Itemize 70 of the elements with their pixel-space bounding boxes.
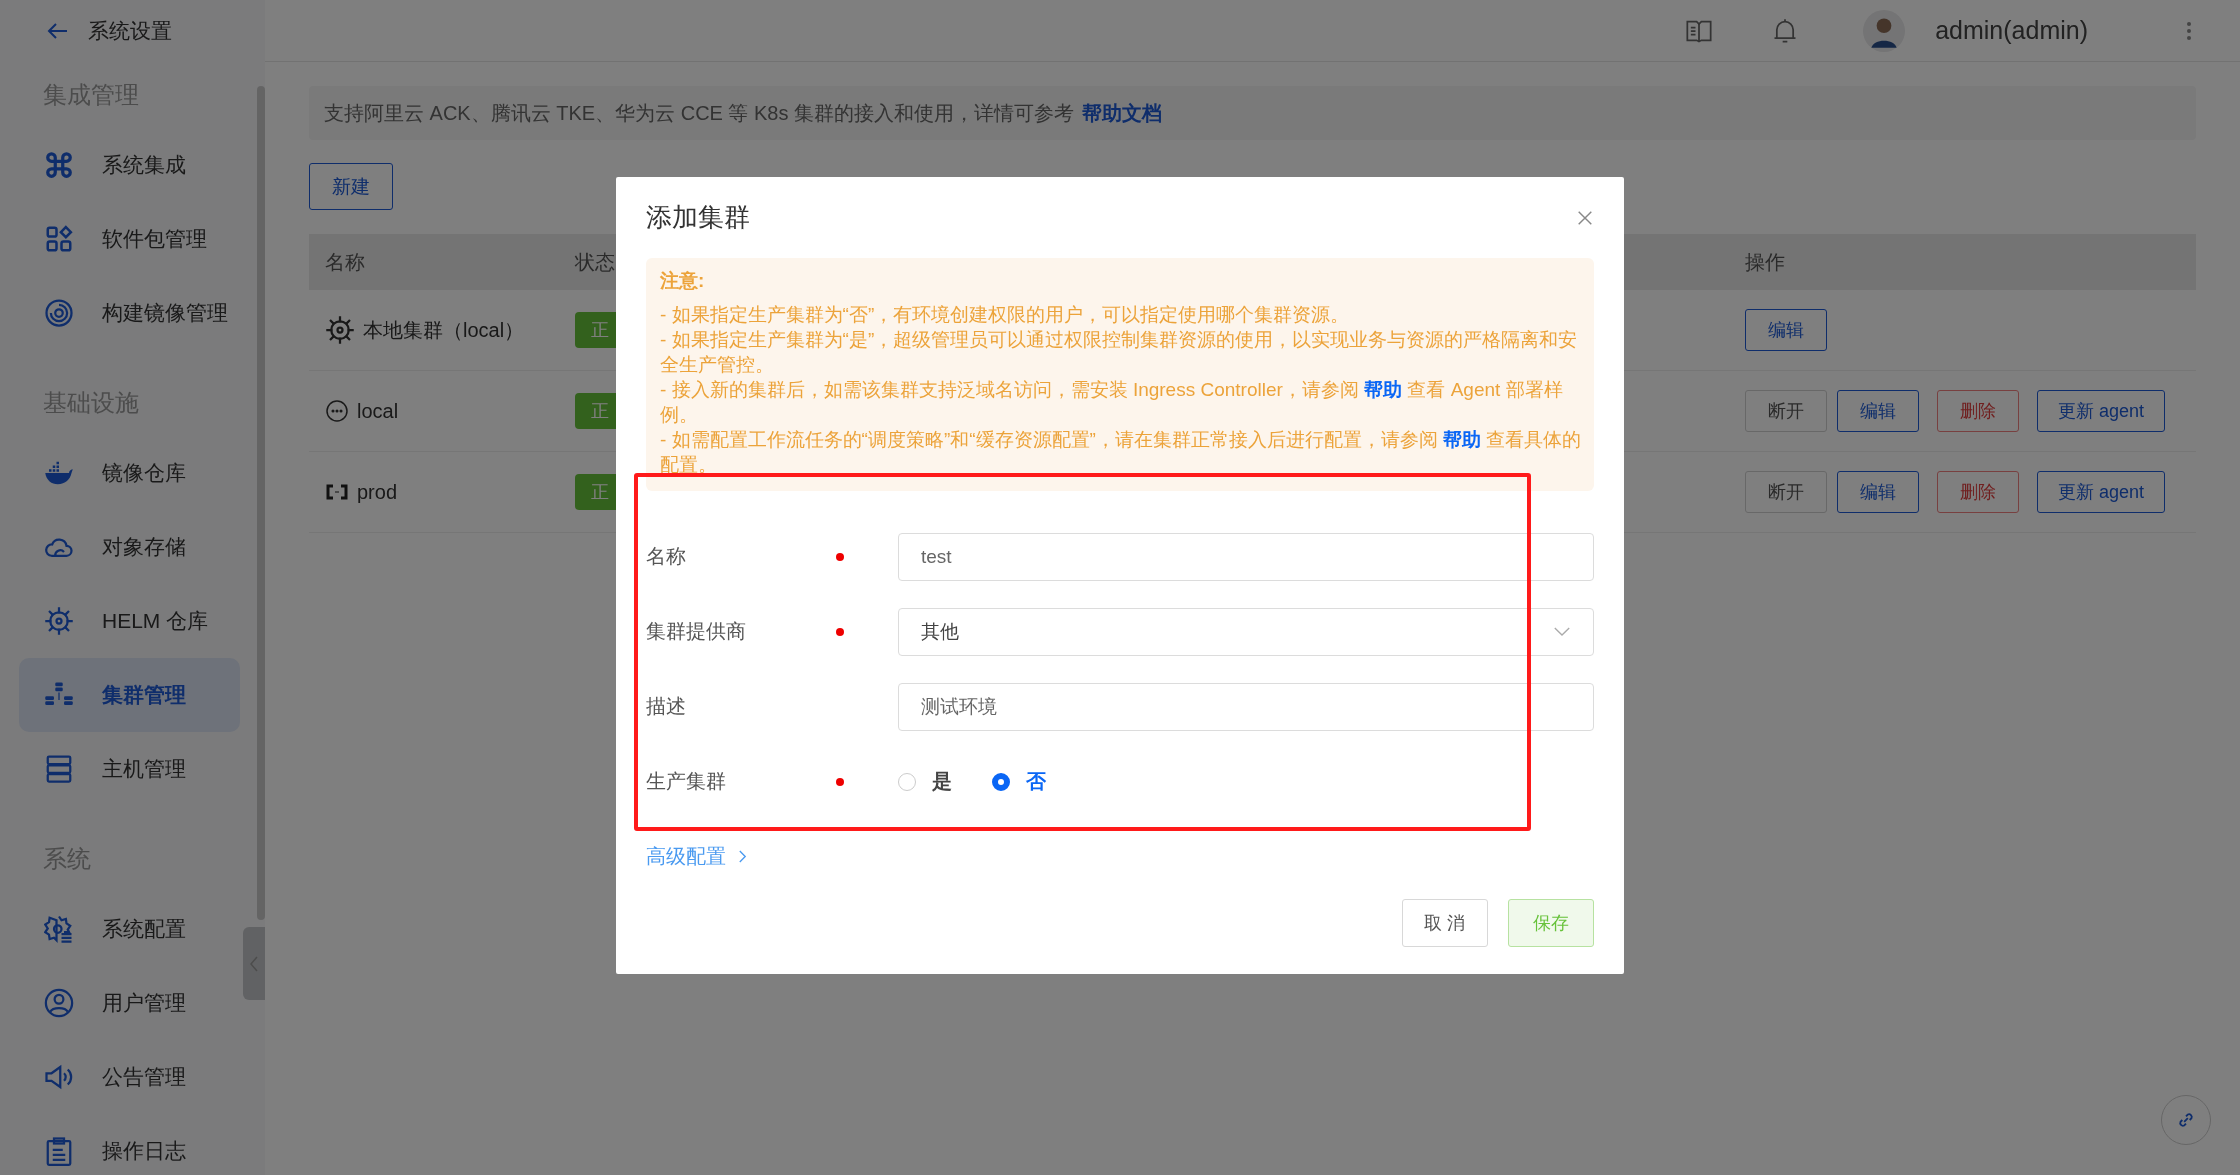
action-button[interactable]: 断开 (1745, 390, 1827, 432)
field-label: 名称 (646, 544, 687, 569)
field-label: 集群提供商 (646, 619, 747, 644)
command-icon (44, 150, 74, 180)
action-button[interactable]: 删除 (1937, 471, 2019, 513)
save-button[interactable]: 保存 (1508, 899, 1594, 947)
sidebar-item[interactable]: 操作日志 (19, 1114, 240, 1175)
radio-button[interactable]: 否 (992, 768, 1046, 795)
select-field[interactable]: 其他 (898, 607, 1594, 656)
sidebar-item[interactable]: 系统配置 (19, 892, 240, 966)
sidebar-item[interactable]: 系统集成 (19, 128, 240, 202)
sidebar-item[interactable]: 主机管理 (19, 732, 240, 806)
clipboard-icon (44, 1136, 74, 1166)
chevron-down-icon (1553, 626, 1571, 637)
scrollbar[interactable] (257, 86, 265, 920)
notice-text: - 如需配置工作流任务的“调度策略”和“缓存资源配置”，请在集群正常接入后进行配置，请参阅 帮助 查看具体的配置。 (660, 428, 1582, 477)
action-button[interactable]: 编辑 (1837, 471, 1919, 513)
link-button[interactable] (2161, 1095, 2211, 1145)
input-field[interactable]: test (898, 532, 1594, 581)
sidebar-item[interactable]: 软件包管理 (19, 202, 240, 276)
notice-text: - 如果指定生产集群为“否”，有环境创建权限的用户，可以指定使用哪个集群资源。 (660, 303, 1351, 327)
back-title: 系统设置 (88, 18, 172, 44)
help-link[interactable]: 帮助 (1443, 429, 1482, 450)
ellipsis-circle-icon (325, 399, 349, 423)
close-icon[interactable] (1576, 208, 1594, 227)
field-label: 生产集群 (646, 769, 727, 794)
sidebar-item[interactable]: 对象存储 (19, 510, 240, 584)
advanced-link[interactable]: 高级配置 (646, 843, 747, 870)
speaker-icon (44, 1062, 74, 1092)
field-label: 描述 (646, 694, 687, 719)
sidebar-item[interactable]: 用户管理 (19, 966, 240, 1040)
cluster-name: prod (357, 480, 398, 504)
user-icon (44, 988, 74, 1018)
sidebar-item[interactable]: 镜像仓库 (19, 436, 240, 510)
radio-button[interactable]: 是 (898, 768, 952, 795)
dialog-title: 添加集群 (646, 201, 750, 234)
help-link[interactable]: 帮助 (1364, 379, 1403, 400)
notice-title: 注意: (660, 269, 706, 293)
action-button[interactable]: 编辑 (1837, 390, 1919, 432)
new-button[interactable]: 新建 (309, 163, 393, 210)
server-icon (44, 754, 74, 784)
sidebar-item[interactable]: HELM 仓库 (19, 584, 240, 658)
action-button[interactable]: 编辑 (1745, 309, 1827, 351)
sidebar-item[interactable]: 公告管理 (19, 1040, 240, 1114)
column-header: 名称 (324, 249, 366, 275)
user-name[interactable]: admin(admin) (1935, 16, 2088, 45)
sidebar-item[interactable]: 构建镜像管理 (19, 276, 240, 350)
wheel-icon (325, 315, 355, 345)
collapse-handle[interactable] (243, 927, 265, 1000)
column-header: 状态 (575, 249, 616, 275)
target-icon (44, 298, 74, 328)
more-icon[interactable] (2186, 20, 2192, 41)
apps-icon (44, 224, 74, 254)
action-button[interactable]: 更新 agent (2037, 390, 2166, 432)
column-header: 操作 (1745, 249, 1786, 275)
notice-text: - 如果指定生产集群为“是”，超级管理员可以通过权限控制集群资源的使用，以实现业务与资源的严格隔离和安全生产管控。 (660, 328, 1579, 377)
help-link[interactable]: 帮助文档 (1082, 99, 1163, 127)
sidebar-item[interactable]: 集群管理 (19, 658, 240, 732)
chevron-right-icon (738, 849, 747, 864)
wheel-icon (44, 606, 74, 636)
cluster-name: local (357, 399, 399, 423)
banner-text: 支持阿里云 ACK、腾讯云 TKE、华为云 CCE 等 K8s 集群的接入和使用，详情可参考 (324, 100, 1075, 126)
action-button[interactable]: 删除 (1937, 390, 2019, 432)
cancel-button[interactable]: 取 消 (1402, 899, 1488, 947)
action-button[interactable]: 断开 (1745, 471, 1827, 513)
action-button[interactable]: 更新 agent (2037, 471, 2166, 513)
avatar[interactable] (1863, 9, 1906, 52)
notice-text: - 接入新的集群后，如需该集群支持泛域名访问，需安装 Ingress Controller，请参阅 帮助 查看 Agent 部署样例。 (660, 378, 1564, 427)
input-field[interactable]: 测试环境 (898, 682, 1594, 731)
cluster-name: 本地集群（local） (363, 317, 525, 343)
